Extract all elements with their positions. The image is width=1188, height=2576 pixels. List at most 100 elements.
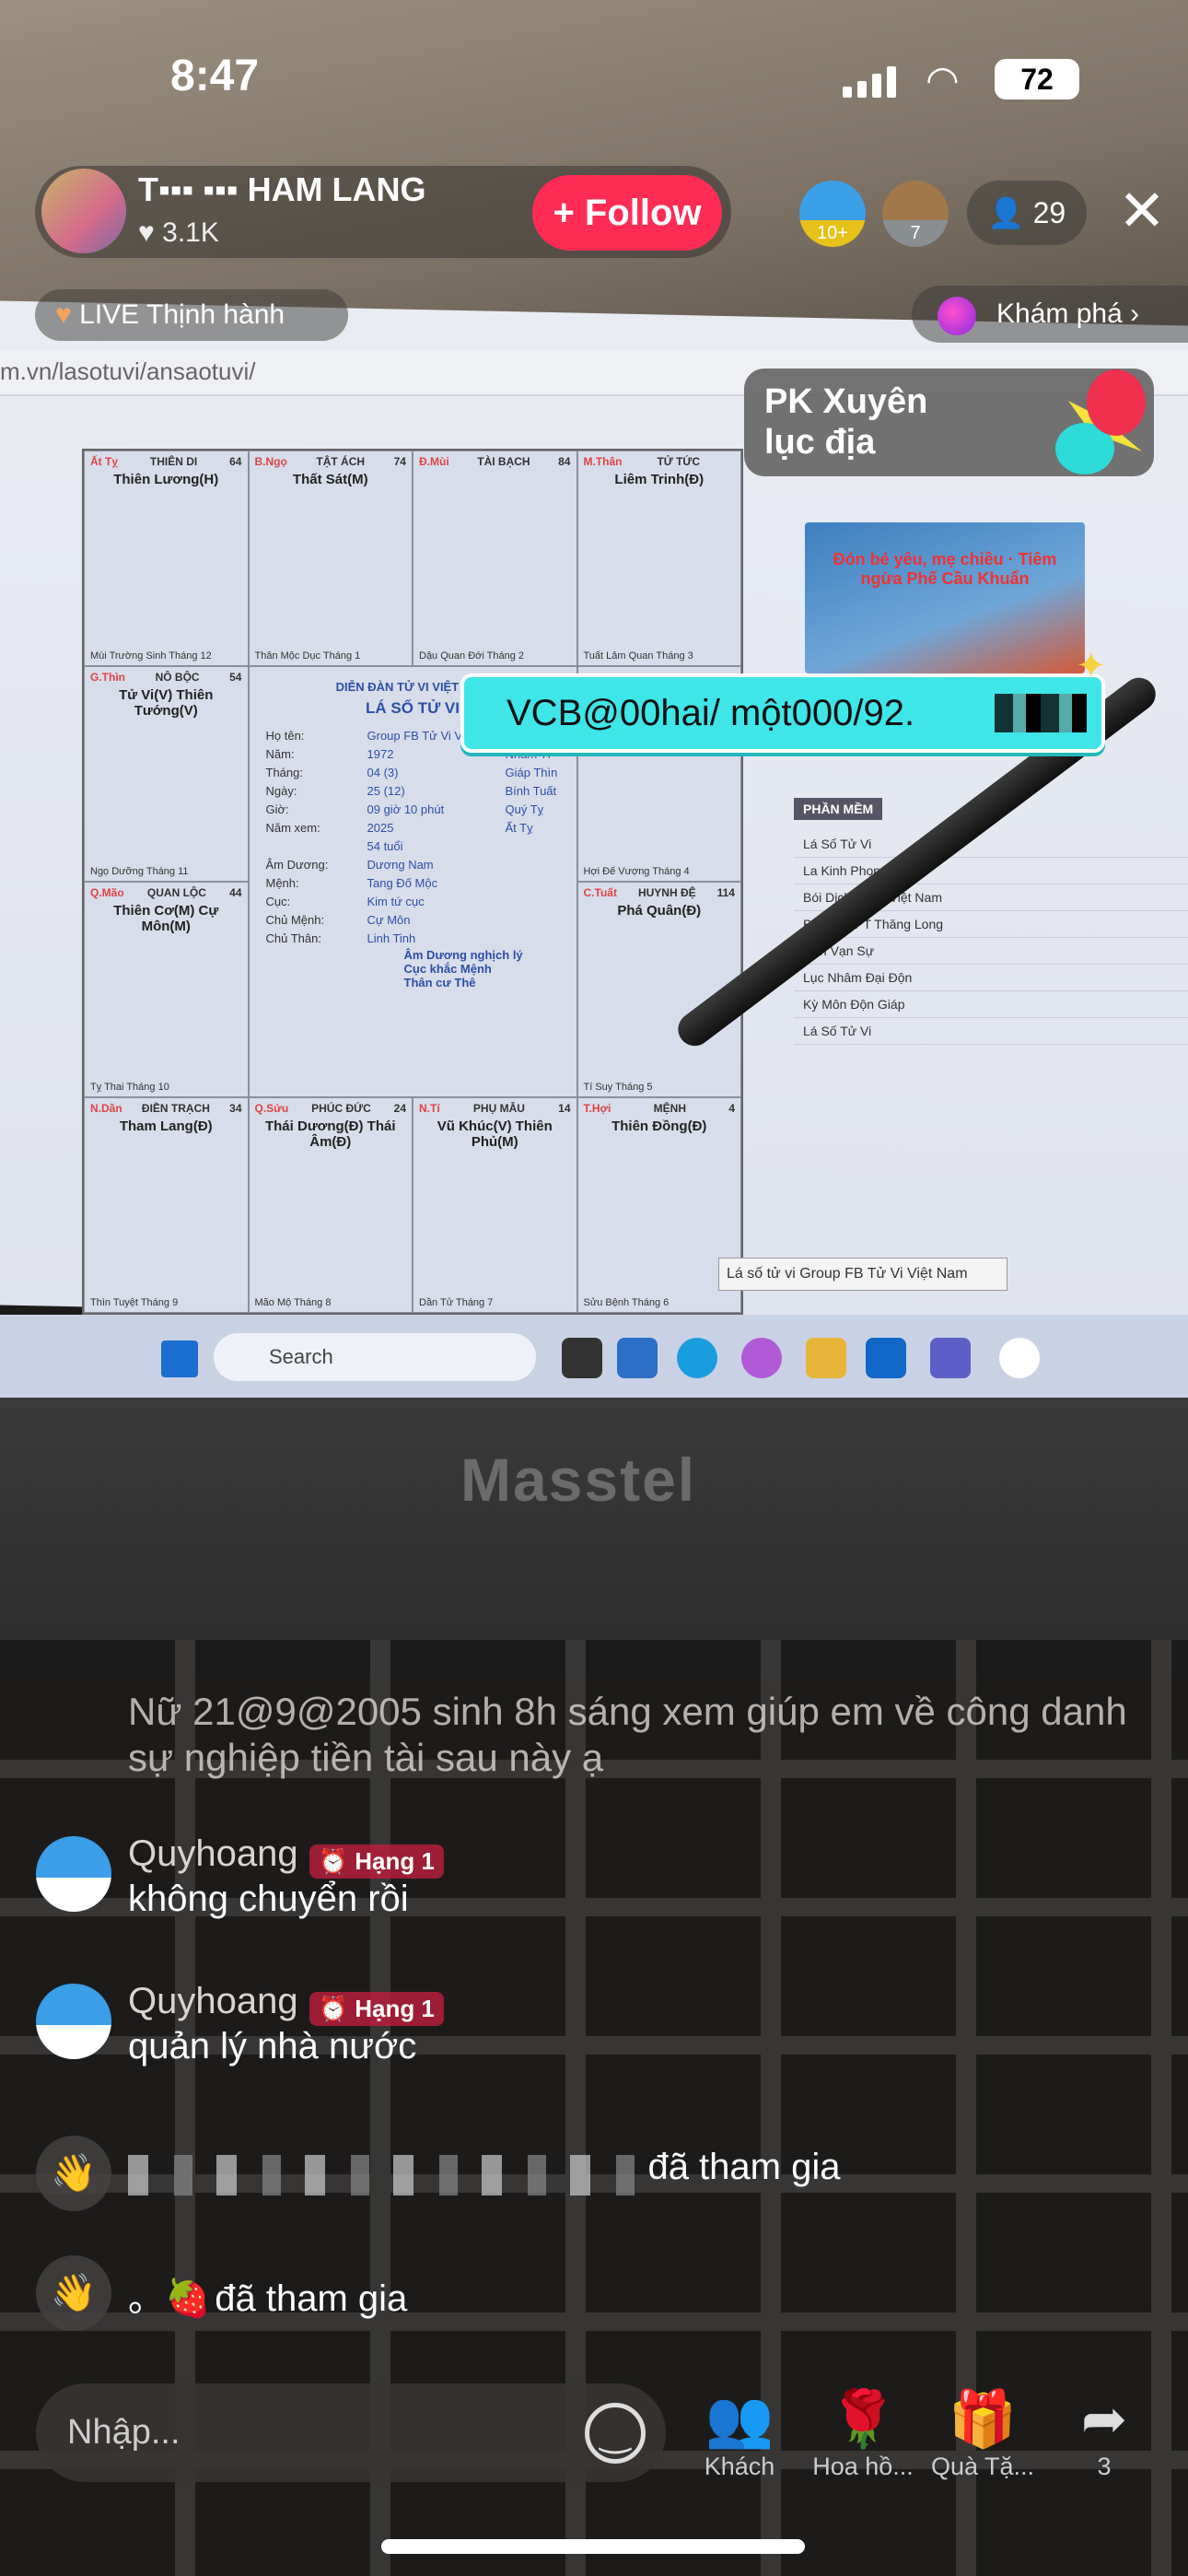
viewer-count[interactable]: 👤 29 bbox=[967, 181, 1087, 245]
action-label: Khách bbox=[704, 2453, 775, 2480]
wave-icon: 👋 bbox=[36, 2255, 111, 2331]
info-cell: Mệnh: bbox=[265, 876, 299, 890]
chart-cell: Ất Tỵ THIÊN DI 64 Thiên Lương(H) Mùi Trường … bbox=[84, 451, 249, 666]
commenter-avatar[interactable] bbox=[36, 1984, 111, 2059]
top-viewer-avatar[interactable]: 10+ bbox=[799, 181, 866, 247]
info-row: 54 tuổi bbox=[266, 837, 560, 856]
action-label: Hoa hồ... bbox=[812, 2453, 914, 2480]
rose-gift-button[interactable]: 🌹 Hoa hồ... bbox=[803, 2386, 923, 2481]
commenter-name[interactable]: Quyhoang bbox=[128, 1833, 298, 1874]
share-button[interactable]: ➦ 3 bbox=[1044, 2386, 1164, 2481]
battery-level: 72 bbox=[1020, 63, 1054, 96]
cell-branch: B.Ngọ bbox=[254, 455, 287, 468]
cell-age: 54 bbox=[229, 671, 242, 684]
person-icon: 👤 bbox=[987, 196, 1025, 229]
cell-age: 14 bbox=[558, 1102, 571, 1115]
cell-branch: M.Thân bbox=[583, 455, 623, 468]
commenter-avatar[interactable] bbox=[36, 1836, 111, 1912]
laptop-logo: Masstel bbox=[460, 1445, 696, 1515]
redacted-text bbox=[995, 694, 1087, 732]
info-cell: Ngày: bbox=[265, 784, 297, 798]
info-cell: Giờ: bbox=[265, 802, 289, 816]
info-row: Cục: Kim tứ cục bbox=[266, 893, 560, 911]
cell-footer: Thìn Tuyệt Tháng 9 bbox=[90, 1297, 179, 1308]
cell-footer: Ngọ Dưỡng Tháng 11 bbox=[90, 866, 189, 877]
emoji-icon[interactable]: ‿ bbox=[585, 2403, 646, 2464]
info-cell: 04 (3) bbox=[367, 766, 399, 779]
info-cell: 25 (12) bbox=[367, 784, 405, 798]
teams-icon bbox=[930, 1338, 971, 1378]
cell-branch: N.Tí bbox=[419, 1102, 440, 1115]
heart-icon: ♥ bbox=[138, 217, 155, 248]
cell-main-star: Phá Quân(Đ) bbox=[617, 903, 702, 919]
cell-footer: Tí Suy Tháng 5 bbox=[583, 1082, 653, 1093]
join-notice: 。🍓 đã tham gia bbox=[128, 2268, 407, 2322]
chart-cell: M.Thân TỬ TỨC Liêm Trinh(Đ) Tuất Lâm Quan T… bbox=[577, 451, 741, 666]
info-row: Ngày: 25 (12) Bính Tuất bbox=[266, 782, 560, 801]
cell-palace: TÀI BẠCH bbox=[477, 455, 530, 468]
cell-branch: Đ.Mùi bbox=[419, 455, 449, 468]
info-cell: Linh Tinh bbox=[367, 931, 416, 945]
comment-input[interactable]: Nhập... bbox=[36, 2383, 666, 2482]
cell-branch: N.Dần bbox=[90, 1102, 122, 1115]
info-cell: Cự Môn bbox=[367, 913, 411, 927]
cell-palace: ĐIỀN TRẠCH bbox=[141, 1102, 210, 1115]
cell-branch: T.Hợi bbox=[583, 1102, 611, 1115]
info-cell: Tang Đố Mộc bbox=[367, 876, 438, 890]
comment-text: quản lý nhà nước bbox=[128, 2026, 417, 2067]
cell-age: 4 bbox=[728, 1102, 735, 1115]
info-row: Năm xem: 2025 Ất Tỵ bbox=[266, 819, 560, 837]
cell-main-star: Thiên Lương(H) bbox=[113, 472, 219, 487]
close-icon[interactable]: ✕ bbox=[1110, 180, 1174, 244]
commenter-name[interactable]: Quyhoang bbox=[128, 1981, 298, 2021]
top-viewer-avatar[interactable]: 7 bbox=[882, 181, 949, 247]
cell-footer: Mùi Trường Sinh Tháng 12 bbox=[90, 650, 212, 662]
share-count: 3 bbox=[1097, 2453, 1112, 2480]
edge-icon bbox=[677, 1338, 717, 1378]
info-cell: Quý Tỵ bbox=[505, 802, 544, 816]
battery-icon: 72 bbox=[995, 59, 1079, 100]
info-row: Tháng: 04 (3) Giáp Thìn bbox=[266, 764, 560, 782]
menu-item: Lá Số Tử Vi bbox=[794, 831, 1188, 858]
planet-icon bbox=[938, 297, 976, 335]
chart-note: Thân cư Thê bbox=[403, 976, 476, 989]
cell-footer: Tuất Lâm Quan Tháng 3 bbox=[583, 650, 693, 662]
chart-cell: N.Tí PHỤ MẪU 14 Vũ Khúc(V) Thiên Phủ(M) Dần … bbox=[413, 1097, 577, 1313]
home-indicator[interactable] bbox=[381, 2539, 805, 2554]
info-cell: 2025 bbox=[367, 821, 394, 835]
host-avatar[interactable] bbox=[41, 169, 126, 253]
cell-palace: TẬT ÁCH bbox=[316, 455, 366, 468]
taskview-icon bbox=[562, 1338, 602, 1378]
cell-main-star: Tham Lang(Đ) bbox=[119, 1118, 213, 1134]
status-time: 8:47 bbox=[170, 52, 260, 100]
advertisement: Đón bé yêu, mẹ chiều · Tiêm ngừa Phế Cầu… bbox=[805, 522, 1085, 673]
wave-icon: 👋 bbox=[36, 2136, 111, 2211]
likes-count: 3.1K bbox=[162, 217, 219, 248]
chart-cell: C.Tuất HUYNH ĐỆ 114 Phá Quân(Đ) Tí Suy Tháng… bbox=[577, 882, 741, 1097]
info-cell: Cục: bbox=[265, 895, 291, 908]
windows-start-icon bbox=[161, 1341, 198, 1377]
live-trending-tag[interactable]: ♥ LIVE Thịnh hành bbox=[35, 289, 348, 341]
cell-branch: G.Thìn bbox=[90, 671, 125, 684]
cell-main-star: Tử Vi(V) Thiên Tướng(V) bbox=[119, 687, 214, 719]
chart-cell: Q.Mão QUAN LỘC 44 Thiên Cơ(M) Cự Môn(M) Tỵ T… bbox=[84, 882, 249, 1097]
info-cell: Giáp Thìn bbox=[505, 766, 558, 779]
action-label: Quà Tặ... bbox=[930, 2453, 1035, 2480]
cell-palace: QUAN LỘC bbox=[146, 886, 206, 899]
outlook-icon bbox=[866, 1338, 906, 1378]
join-text: đã tham gia bbox=[215, 2278, 408, 2319]
info-cell: Năm: bbox=[265, 747, 295, 761]
cell-footer: Mão Mộ Tháng 8 bbox=[254, 1297, 332, 1308]
comment-item: Nữ 21@9@2005 sinh 8h sáng xem giúp em về… bbox=[128, 1690, 1127, 1779]
guests-button[interactable]: 👥 Khách bbox=[680, 2386, 799, 2481]
info-row: Âm Dương: Dương Nam bbox=[266, 856, 560, 874]
host-name[interactable]: T▪▪▪ ▪▪▪ HAM LANG bbox=[138, 170, 426, 209]
cell-main-star: Thất Sát(M) bbox=[292, 472, 368, 487]
menu-item: Lục Nhâm Đại Độn bbox=[794, 965, 1188, 991]
cell-age: 114 bbox=[716, 886, 735, 899]
cell-palace: HUYNH ĐỆ bbox=[637, 886, 696, 899]
info-row: Chủ Thân: Linh Tinh bbox=[266, 930, 560, 948]
info-cell bbox=[266, 837, 367, 856]
gift-button[interactable]: 🎁 Quà Tặ... bbox=[923, 2386, 1042, 2481]
follow-button[interactable]: + Follow bbox=[532, 175, 722, 251]
